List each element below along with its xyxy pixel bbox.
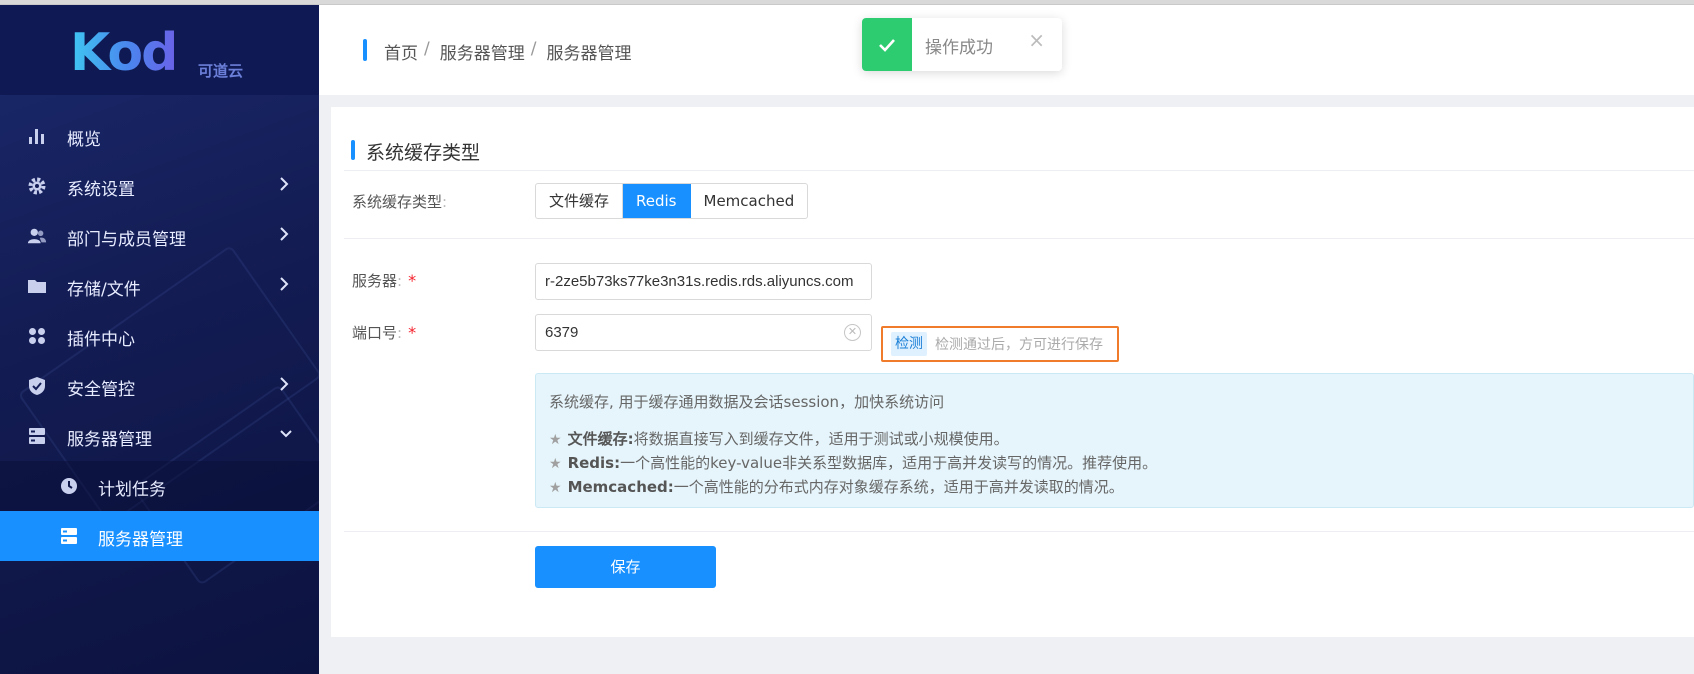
divider xyxy=(344,170,1694,171)
option-file-cache[interactable]: 文件缓存 xyxy=(536,184,624,218)
sidebar-item-plugins[interactable]: 插件中心 xyxy=(0,311,319,361)
chevron-right-icon xyxy=(279,376,293,394)
sidebar-item-label: 概览 xyxy=(67,130,101,150)
star-icon: ★ xyxy=(549,480,562,496)
star-icon: ★ xyxy=(549,456,562,472)
server-icon xyxy=(27,426,47,446)
server-label: 服务器: * xyxy=(352,271,417,290)
breadcrumb-current: 服务器管理 xyxy=(546,44,632,64)
gear-icon xyxy=(27,176,47,196)
breadcrumb-home[interactable]: 首页 xyxy=(384,39,418,64)
breadcrumb: 首页 / 服务器管理 / 服务器管理 xyxy=(384,39,631,64)
sidebar-item-members[interactable]: 部门与成员管理 xyxy=(0,211,319,261)
info-line-desc: 一个高性能的分布式内存对象缓存系统，适用于高并发读取的情况。 xyxy=(673,478,1124,496)
folder-icon xyxy=(27,276,47,296)
sidebar-item-label: 计划任务 xyxy=(98,480,166,500)
info-line-desc: 将数据直接写入到缓存文件，适用于测试或小规模使用。 xyxy=(633,430,1009,448)
sidebar-item-label: 存储/文件 xyxy=(67,280,141,300)
required-mark: * xyxy=(408,271,417,290)
clock-icon xyxy=(59,476,79,496)
logo-area: Kod 可道云 xyxy=(0,5,319,95)
info-panel: 系统缓存, 用于缓存通用数据及会话session，加快系统访问 ★ 文件缓存:将数… xyxy=(535,373,1694,508)
check-group: 检测 检测通过后，方可进行保存 xyxy=(881,326,1119,362)
clear-icon[interactable]: ✕ xyxy=(844,324,861,341)
sidebar-item-label: 部门与成员管理 xyxy=(67,230,186,250)
check-icon xyxy=(862,18,912,71)
info-line-desc: 一个高性能的key-value非关系型数据库，适用于高并发读写的情况。推荐使用。 xyxy=(620,454,1158,472)
header: 首页 / 服务器管理 / 服务器管理 操作成功 × xyxy=(319,5,1694,95)
divider xyxy=(344,238,1694,239)
sidebar-item-label: 服务器管理 xyxy=(98,530,183,550)
chevron-right-icon xyxy=(279,176,293,194)
required-mark: * xyxy=(408,323,417,342)
server-icon xyxy=(59,526,79,546)
settings-card: 系统缓存类型 系统缓存类型: 文件缓存 Redis Memcached 服务器:… xyxy=(331,107,1694,637)
save-button[interactable]: 保存 xyxy=(535,546,716,588)
sidebar: Kod 可道云 概览 系统设置 部门与成员管理 存储/文件 插件中心 安全管控 … xyxy=(0,5,319,674)
chevron-right-icon xyxy=(279,276,293,294)
sidebar-item-label: 安全管控 xyxy=(67,380,135,400)
breadcrumb-parent[interactable]: 服务器管理 xyxy=(440,39,525,64)
info-line-name: Redis: xyxy=(567,454,621,472)
sidebar-item-storage[interactable]: 存储/文件 xyxy=(0,261,319,311)
check-tip: 检测通过后，方可进行保存 xyxy=(935,337,1103,353)
grid-icon xyxy=(27,326,47,346)
info-line: ★ Memcached:一个高性能的分布式内存对象缓存系统，适用于高并发读取的情况… xyxy=(549,476,1124,497)
info-line: ★ Redis:一个高性能的key-value非关系型数据库，适用于高并发读写的情… xyxy=(549,452,1157,473)
cache-type-selector: 文件缓存 Redis Memcached xyxy=(535,183,809,219)
success-toast: 操作成功 × xyxy=(862,18,1062,71)
server-label-text: 服务器 xyxy=(352,272,398,290)
toast-message: 操作成功 xyxy=(925,38,993,58)
info-line-name: Memcached: xyxy=(567,478,674,496)
info-head: 系统缓存, 用于缓存通用数据及会话session，加快系统访问 xyxy=(549,393,945,411)
section-title: 系统缓存类型 xyxy=(366,142,481,164)
chevron-right-icon xyxy=(279,226,293,244)
logo-subtitle: 可道云 xyxy=(198,62,244,80)
sidebar-item-overview[interactable]: 概览 xyxy=(0,111,319,161)
option-memcached[interactable]: Memcached xyxy=(691,184,808,218)
info-line-name: 文件缓存: xyxy=(567,430,634,448)
port-label-text: 端口号 xyxy=(352,324,398,342)
bar-chart-icon xyxy=(27,126,47,146)
cache-type-label: 系统缓存类型: xyxy=(352,193,448,211)
divider xyxy=(344,531,1694,532)
port-label: 端口号: * xyxy=(352,323,417,342)
star-icon: ★ xyxy=(549,432,562,448)
breadcrumb-separator: / xyxy=(424,39,430,59)
check-button[interactable]: 检测 xyxy=(891,332,927,356)
port-input[interactable]: 6379 ✕ xyxy=(535,314,872,351)
info-line: ★ 文件缓存:将数据直接写入到缓存文件，适用于测试或小规模使用。 xyxy=(549,428,1009,449)
sidebar-item-settings[interactable]: 系统设置 xyxy=(0,161,319,211)
logo: Kod xyxy=(70,23,178,83)
server-input[interactable]: r-2ze5b73ks77ke3n31s.redis.rds.aliyuncs.… xyxy=(535,263,872,300)
sidebar-subitem-server-management[interactable]: 服务器管理 xyxy=(0,511,319,561)
shield-icon xyxy=(27,376,47,396)
server-submenu: 计划任务 服务器管理 xyxy=(0,461,319,561)
breadcrumb-separator: / xyxy=(530,39,537,59)
sidebar-item-label: 插件中心 xyxy=(67,330,135,350)
users-icon xyxy=(27,226,47,246)
sidebar-item-label: 服务器管理 xyxy=(67,430,152,450)
option-redis[interactable]: Redis xyxy=(623,184,691,218)
port-value: 6379 xyxy=(545,324,579,341)
sidebar-subitem-scheduled-tasks[interactable]: 计划任务 xyxy=(0,461,319,511)
sidebar-item-server-management[interactable]: 服务器管理 xyxy=(0,411,319,461)
section-marker xyxy=(351,140,355,160)
close-icon[interactable]: × xyxy=(1028,28,1045,52)
sidebar-item-label: 系统设置 xyxy=(67,180,135,200)
sidebar-menu: 概览 系统设置 部门与成员管理 存储/文件 插件中心 安全管控 服务器管理 计划… xyxy=(0,111,319,561)
sidebar-item-security[interactable]: 安全管控 xyxy=(0,361,319,411)
cache-type-label-text: 系统缓存类型 xyxy=(352,193,443,211)
chevron-down-icon xyxy=(279,426,293,444)
breadcrumb-marker xyxy=(363,39,367,61)
